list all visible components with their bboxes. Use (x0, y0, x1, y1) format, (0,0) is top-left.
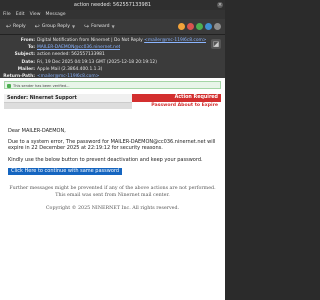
header-mailer: Mailer: Apple Mail (2.3864.400.1.1.3) (17, 66, 103, 72)
menu-file[interactable]: File (3, 10, 11, 19)
forward-label: Forward (91, 24, 110, 29)
header-from: From: Digital Notification from Ninernet… (20, 38, 207, 43)
menu-bar: File Edit View Message (0, 10, 225, 19)
close-icon[interactable]: × (217, 2, 223, 8)
greeting: Dear MAILER-DAEMON, (8, 128, 66, 134)
chevron-down-icon[interactable]: ▼ (72, 24, 75, 29)
avatar: ◪ (211, 39, 221, 49)
window-titlebar: action needed: 562557133981 × (0, 0, 225, 10)
message-footer: Further messages might be prevented if a… (4, 186, 221, 214)
message-headers: From: Digital Notification from Ninernet… (0, 35, 225, 79)
paragraph-expiry: Due to a system error, The password for … (8, 139, 216, 152)
footer-warning: Further messages might be prevented if a… (9, 186, 216, 191)
footer-source: This email was sent from Ninernet mail c… (55, 193, 170, 199)
alert-header: Sender: Ninernet Support Action Required… (4, 94, 221, 111)
expire-label: Password About to Expire (151, 103, 218, 108)
to-email-link[interactable]: MAILER-DAEMON@cc036.ninernet.net (37, 44, 120, 51)
paragraph-instructions: Kindly use the below button to prevent d… (8, 156, 203, 163)
reply-icon: ↩ (6, 23, 12, 30)
mailer-value: Apple Mail (2.3864.400.1.1.3) (37, 66, 103, 72)
menu-edit[interactable]: Edit (16, 10, 25, 19)
message-body: This sender has been verified... Sender:… (0, 78, 225, 300)
sender-label: Sender: Ninernet Support (4, 94, 132, 103)
group-reply-label: Group Reply (41, 24, 70, 29)
menu-message[interactable]: Message (46, 10, 66, 19)
reply-button[interactable]: ↩ Reply (3, 21, 29, 32)
from-name: Digital Notification from Ninernet | Do … (37, 38, 143, 43)
more-icon[interactable] (214, 23, 221, 30)
delete-icon[interactable] (187, 23, 194, 30)
subject-value: action needed: 562557133981 (37, 52, 105, 58)
group-reply-icon: ↩ (34, 23, 40, 30)
divider (4, 103, 132, 109)
verified-check-icon (7, 84, 11, 88)
header-date: Date: Fri, 19 Dec 2025 04:19:13 GMT (202… (21, 59, 157, 65)
toolbar-actions (178, 23, 225, 30)
date-value: Fri, 19 Dec 2025 04:19:13 GMT (2025-12-1… (37, 59, 157, 65)
from-email-link[interactable]: <mailer@mc-119l6c8.com> (144, 38, 206, 43)
message-toolbar: ↩ Reply ↩ Group Reply ▼ ↪ Forward ▼ (0, 19, 225, 35)
header-subject: Subject: action needed: 562557133981 (14, 52, 105, 58)
verified-banner: This sender has been verified... (4, 81, 221, 89)
reply-label: Reply (13, 24, 26, 29)
forward-icon: ↪ (84, 23, 90, 30)
menu-view[interactable]: View (30, 10, 41, 19)
junk-icon[interactable] (196, 23, 203, 30)
forward-button[interactable]: ↪ Forward ▼ (81, 21, 118, 32)
group-reply-button[interactable]: ↩ Group Reply ▼ (32, 21, 78, 32)
message-content: Dear MAILER-DAEMON, Due to a system erro… (8, 128, 218, 175)
mark-icon[interactable] (178, 23, 185, 30)
action-required-badge: Action Required (132, 94, 221, 102)
chevron-down-icon[interactable]: ▼ (112, 24, 115, 29)
archive-icon[interactable] (205, 23, 212, 30)
header-to: To: MAILER-DAEMON@cc036.ninernet.net (27, 44, 121, 51)
continue-password-button[interactable]: Click Here to continue with same passwor… (8, 167, 123, 175)
copyright: Copyright © 2025 NINERNET Inc. All right… (45, 206, 180, 212)
window-title: action needed: 562557133981 (73, 2, 152, 8)
